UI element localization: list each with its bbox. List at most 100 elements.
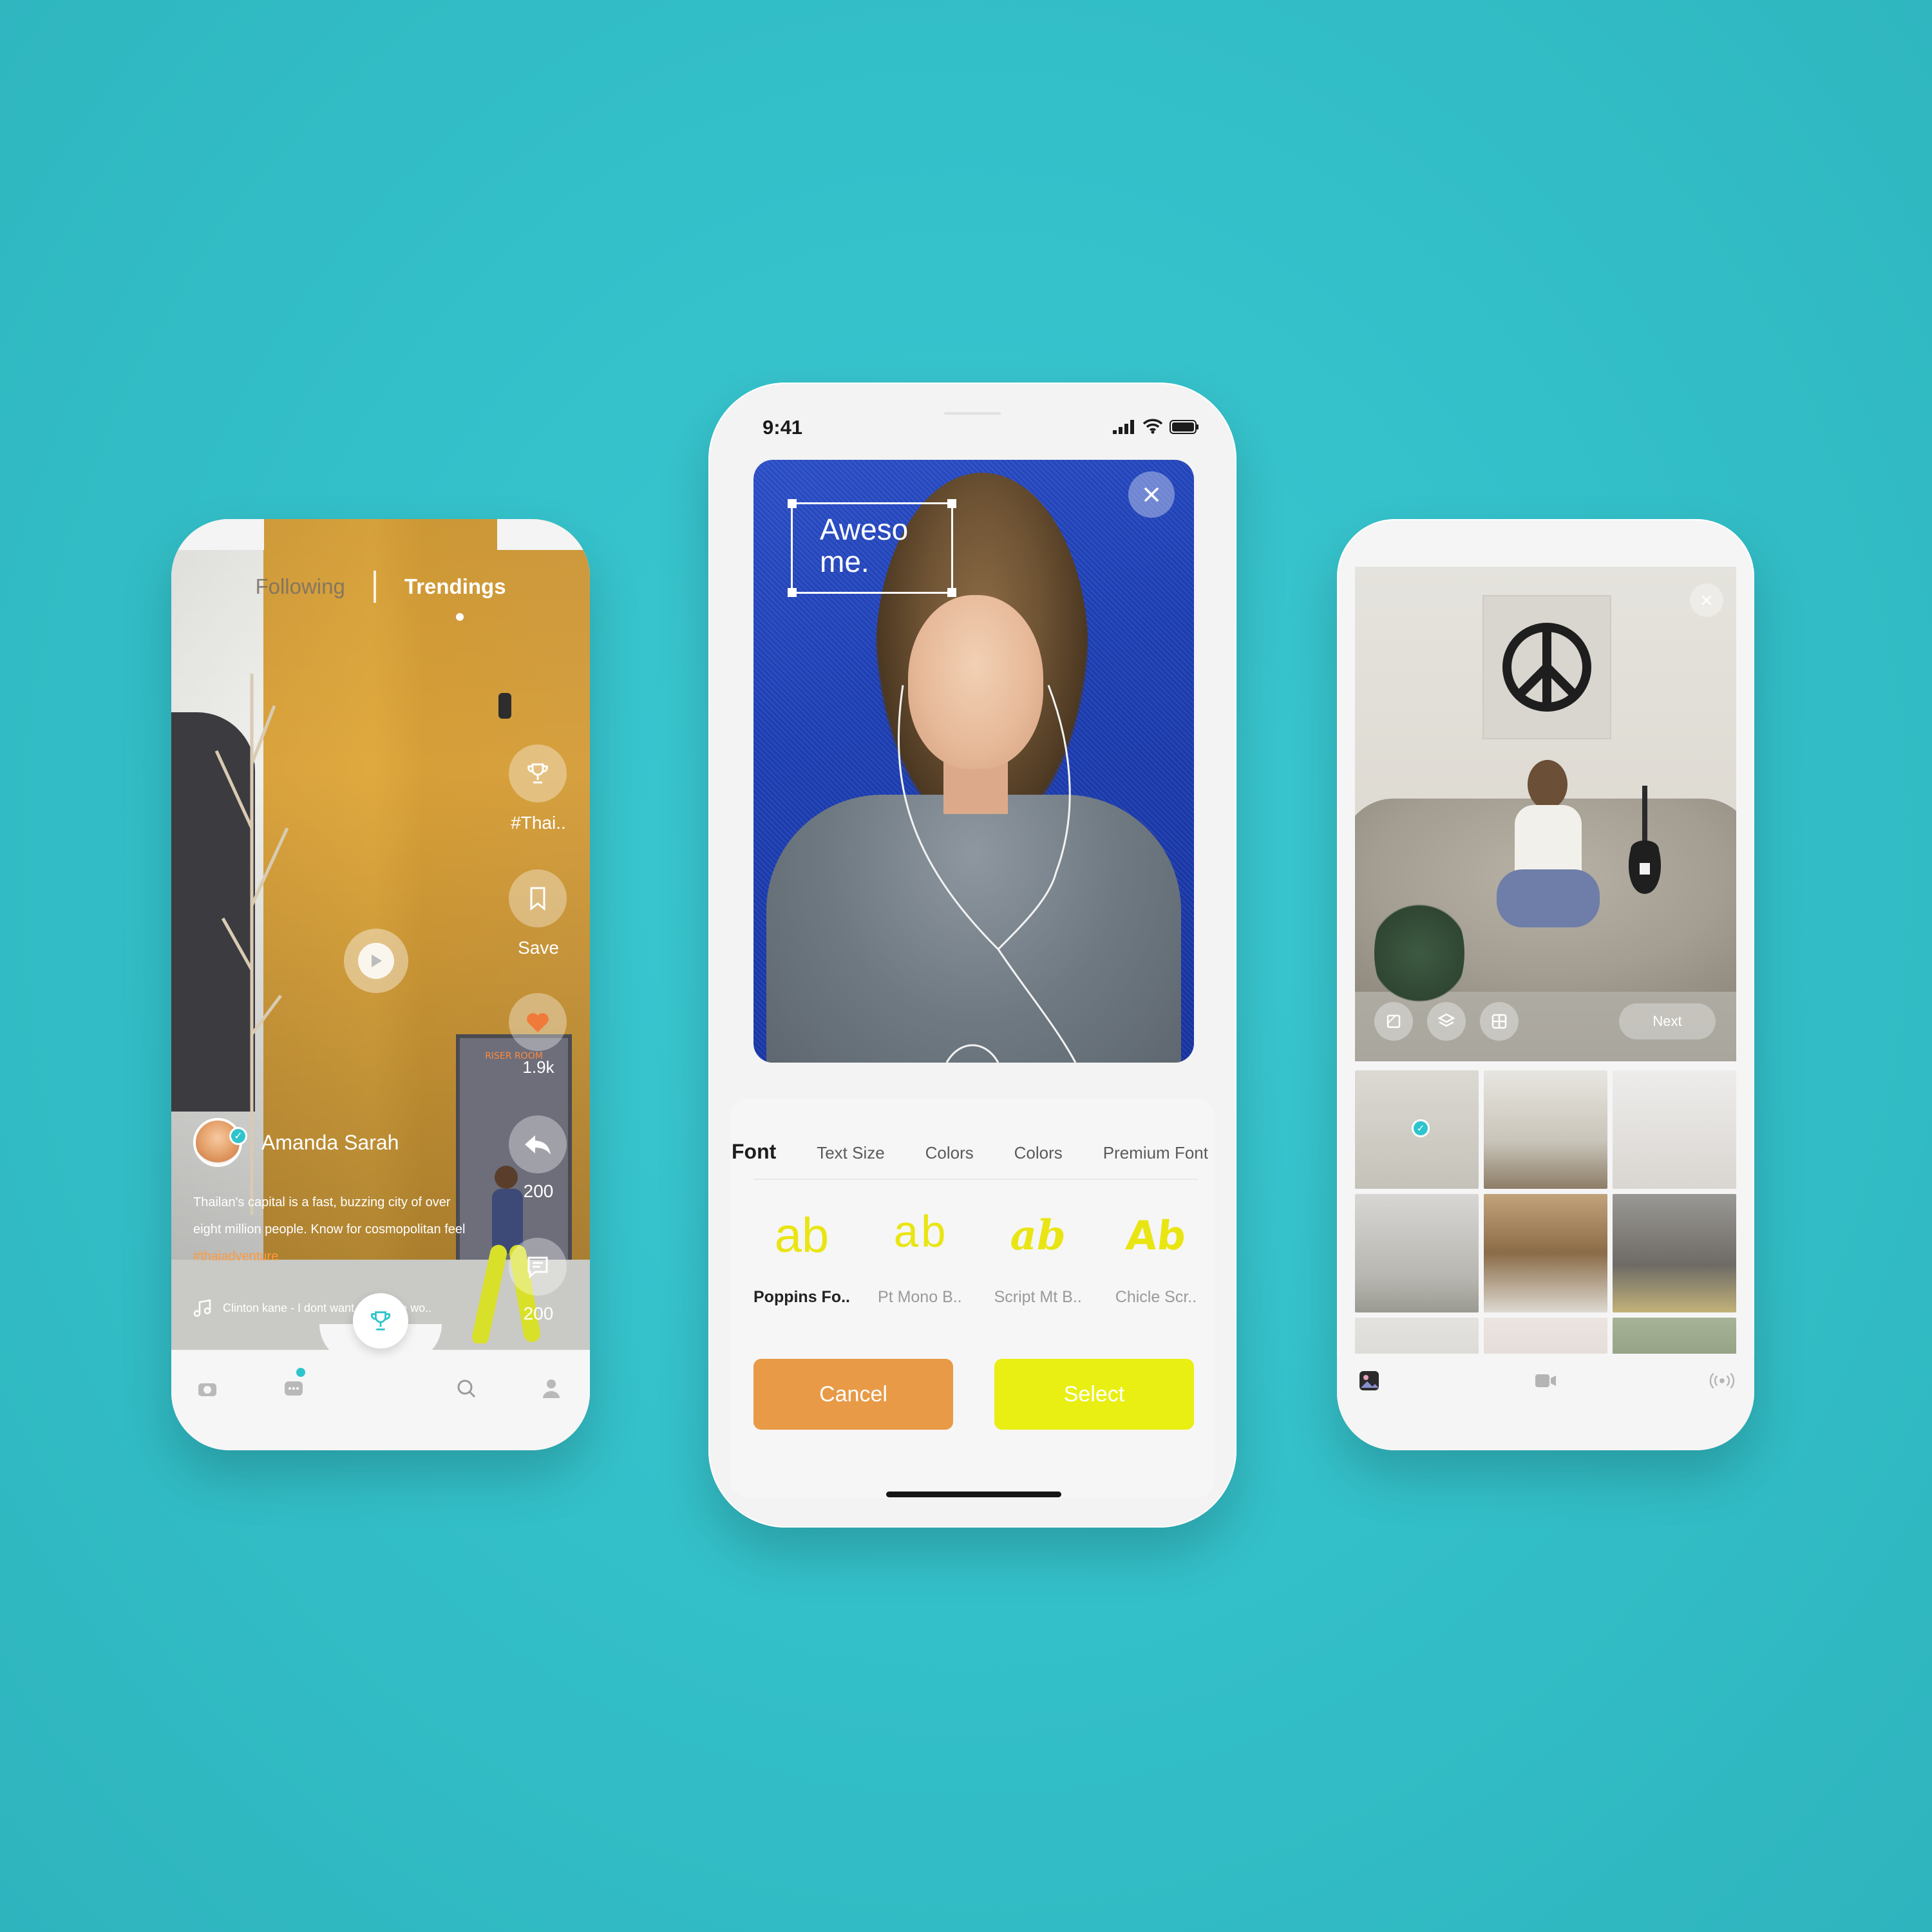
like-button[interactable] (509, 993, 567, 1051)
save-label: Save (518, 938, 559, 958)
comment-count: 200 (523, 1303, 554, 1323)
font-option-script-mt[interactable]: ab Script Mt B.. (983, 1200, 1093, 1307)
font-name: Script Mt B.. (994, 1288, 1082, 1306)
heart-icon (527, 1013, 549, 1032)
phone-center: 9:41 Aweso me. Font Text Size Colors Col… (708, 383, 1236, 1528)
nav-chat-button[interactable] (281, 1376, 307, 1401)
resize-handle[interactable] (788, 588, 797, 597)
crop-button[interactable] (1374, 1002, 1413, 1041)
tab-following[interactable]: Following (255, 574, 345, 599)
select-button[interactable]: Select (994, 1359, 1194, 1430)
tab-text-size[interactable]: Text Size (817, 1143, 885, 1163)
font-sample: ab (774, 1208, 829, 1263)
tab-trendings[interactable]: Trendings (404, 574, 506, 599)
caption-text: Thailan's capital is a fast, buzzing cit… (193, 1195, 466, 1236)
notch (1430, 519, 1662, 549)
tab-colors[interactable]: Colors (925, 1143, 974, 1163)
font-option-chicle[interactable]: Ab Chicle Scr.. (1101, 1200, 1211, 1307)
trophy-icon (370, 1311, 391, 1331)
video-tab-button[interactable] (1533, 1368, 1558, 1394)
close-button[interactable] (1128, 471, 1175, 518)
person-head (1528, 760, 1567, 809)
font-option-poppins[interactable]: ab Poppins Fo.. (747, 1200, 857, 1307)
phone-right: Next ✓ (1337, 519, 1754, 1450)
guitar-icon (1628, 786, 1662, 894)
nav-profile-button[interactable] (538, 1376, 564, 1401)
photo-thumbnail[interactable] (1355, 1318, 1479, 1354)
photo-grid: ✓ (1355, 1070, 1736, 1354)
cancel-button[interactable]: Cancel (753, 1359, 953, 1430)
photo-thumbnail[interactable]: ✓ (1355, 1070, 1479, 1189)
resize-handle[interactable] (788, 499, 797, 508)
photo-thumbnail[interactable] (1484, 1070, 1607, 1189)
nav-search-button[interactable] (453, 1376, 479, 1401)
tab-premium-font[interactable]: Premium Font (1103, 1143, 1208, 1163)
save-button[interactable] (509, 869, 567, 927)
tab-separator (373, 571, 376, 603)
chat-icon (285, 1381, 303, 1396)
notch-left (171, 519, 264, 550)
username[interactable]: Amanda Sarah (261, 1131, 399, 1155)
share-count: 200 (523, 1181, 554, 1201)
gallery-icon (1359, 1371, 1379, 1390)
photo-thumbnail[interactable] (1613, 1194, 1736, 1312)
signal-icon (1113, 420, 1134, 434)
resize-handle[interactable] (947, 588, 956, 597)
photo-thumbnail[interactable] (1484, 1194, 1607, 1312)
font-name: Pt Mono B.. (878, 1288, 962, 1306)
grid-icon (1492, 1014, 1507, 1029)
font-sample: ab (893, 1210, 947, 1261)
resize-handle[interactable] (947, 499, 956, 508)
home-indicator[interactable] (886, 1492, 1061, 1497)
overlay-text[interactable]: Aweso me. (820, 513, 908, 578)
music-track[interactable]: Clinton kane - I dont want watch the wo.… (193, 1298, 464, 1318)
peace-sign-icon (1502, 623, 1591, 712)
editor-photo[interactable]: Aweso me. (753, 460, 1194, 1063)
next-button[interactable]: Next (1619, 1003, 1716, 1039)
photo-thumbnail[interactable] (1355, 1194, 1479, 1312)
play-icon (372, 954, 382, 967)
active-tab-indicator (456, 613, 464, 621)
layers-button[interactable] (1427, 1002, 1466, 1041)
editor-tabs: Font Text Size Colors Colors Premium Fon… (732, 1140, 1221, 1164)
battery-icon (1170, 420, 1198, 434)
grid-button[interactable] (1480, 1002, 1519, 1041)
share-button[interactable] (509, 1115, 567, 1173)
plant (1374, 889, 1464, 1018)
play-button-inner (358, 943, 394, 979)
font-sample: Ab (1124, 1212, 1189, 1259)
overlay-text-line: me. (820, 545, 869, 578)
overlay-text-line: Aweso (820, 513, 909, 546)
trophy-fab-button[interactable] (353, 1293, 408, 1349)
photo-thumbnail[interactable] (1613, 1070, 1736, 1189)
verified-badge-icon: ✓ (229, 1127, 247, 1145)
feed-tabs: Following Trendings (171, 571, 590, 603)
gallery-tab-button[interactable] (1356, 1368, 1382, 1394)
tabs-divider (753, 1179, 1198, 1180)
trophy-label: #Thai.. (511, 813, 566, 833)
profile-icon (543, 1379, 560, 1398)
photo-thumbnail[interactable] (1613, 1318, 1736, 1354)
font-sample: ab (1010, 1211, 1066, 1260)
nav-camera-button[interactable] (194, 1376, 220, 1401)
person-legs (1497, 869, 1600, 927)
tab-font[interactable]: Font (732, 1140, 776, 1164)
font-option-pt-mono[interactable]: ab Pt Mono B.. (865, 1200, 974, 1307)
text-overlay-box[interactable]: Aweso me. (788, 499, 956, 597)
live-tab-button[interactable] (1709, 1368, 1735, 1394)
close-button[interactable] (1690, 583, 1723, 617)
tab-colors-2[interactable]: Colors (1014, 1143, 1063, 1163)
notch-right (497, 519, 590, 550)
selected-photo-preview[interactable]: Next (1355, 567, 1736, 1061)
play-button[interactable] (344, 929, 408, 993)
comment-icon (527, 1256, 548, 1279)
post-caption: Thailan's capital is a fast, buzzing cit… (193, 1189, 477, 1270)
status-icons (1113, 419, 1199, 434)
bottom-nav (171, 1350, 590, 1450)
phone-left: RISER ROOM Following Trendings #Thai.. S… (171, 519, 590, 1450)
trophy-button[interactable] (509, 744, 567, 802)
peace-banner (1484, 596, 1610, 738)
comment-button[interactable] (509, 1238, 567, 1296)
caption-hashtag[interactable]: #thaiadventure (193, 1249, 278, 1264)
photo-thumbnail[interactable] (1484, 1318, 1607, 1354)
